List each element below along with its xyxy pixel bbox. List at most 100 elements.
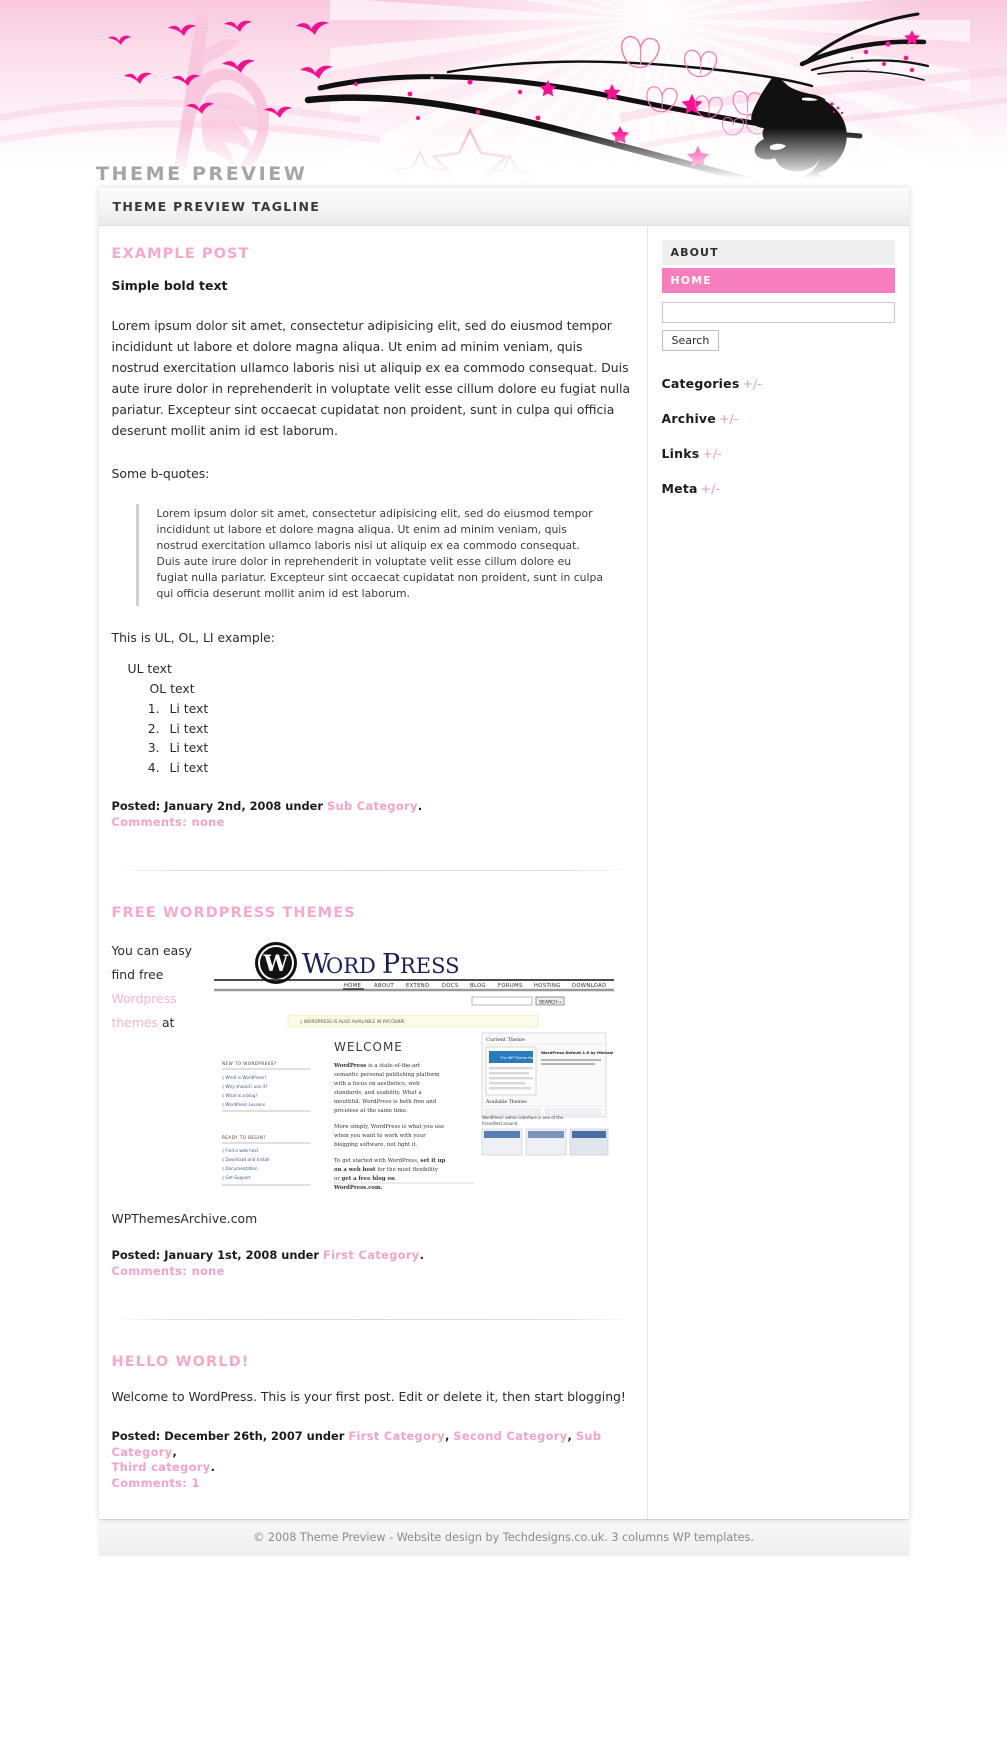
post-meta-suffix: . bbox=[417, 799, 423, 813]
post-free-wordpress-themes: FREE WORDPRESS THEMES You can easy find … bbox=[112, 905, 633, 1279]
sidebar-item-label: Meta bbox=[661, 481, 698, 496]
li-item: Li text bbox=[164, 699, 633, 719]
post-meta-prefix: Posted: January 1st, 2008 under bbox=[111, 1248, 323, 1262]
page-root: THEME PREVIEW THEME PREVIEW TAGLINE EXAM… bbox=[0, 0, 1007, 1757]
svg-text:To get started with WordPress,: To get started with WordPress, set it up bbox=[334, 1158, 446, 1164]
post-meta-prefix: Posted: December 26th, 2007 under bbox=[111, 1429, 349, 1443]
search-button[interactable]: Search bbox=[661, 330, 720, 351]
header-banner: THEME PREVIEW bbox=[0, 0, 1007, 190]
svg-text:or get a free blog on: or get a free blog on bbox=[334, 1176, 395, 1182]
main-content: EXAMPLE POST Simple bold text Lorem ipsu… bbox=[98, 226, 647, 1519]
ul-item-label: UL text bbox=[127, 661, 172, 676]
comments-link[interactable]: Comments: 1 bbox=[112, 1476, 633, 1492]
comments-link[interactable]: Comments: none bbox=[112, 1264, 633, 1280]
wordpress-screenshot-image: W W ORD P RESS HOME ABOUT EXTEND DOCS BL… bbox=[213, 937, 614, 1189]
svg-text:◊ Get Support: ◊ Get Support bbox=[222, 1175, 251, 1180]
svg-text:READY TO BEGIN?: READY TO BEGIN? bbox=[222, 1135, 266, 1140]
svg-text:standards, and usability. What: standards, and usability. What a bbox=[334, 1090, 422, 1096]
sidebar-item-categories[interactable]: Categories +/- bbox=[662, 373, 895, 392]
svg-text:WELCOME: WELCOME bbox=[334, 1040, 403, 1054]
ol-demo-list: Li text Li text Li text Li text bbox=[150, 699, 633, 777]
svg-text:Available Themes: Available Themes bbox=[485, 1099, 528, 1105]
meta-comma: , bbox=[567, 1429, 576, 1443]
svg-text:WordPress Default 1.6 by Micha: WordPress Default 1.6 by Michael bbox=[541, 1050, 613, 1055]
footer-text: © 2008 Theme Preview - Website design by… bbox=[253, 1531, 754, 1544]
post-title[interactable]: FREE WORDPRESS THEMES bbox=[112, 905, 633, 921]
columns: EXAMPLE POST Simple bold text Lorem ipsu… bbox=[98, 226, 909, 1519]
category-link[interactable]: Sub Category bbox=[327, 799, 418, 813]
svg-text:P: P bbox=[382, 949, 400, 980]
toggle-icon[interactable]: +/- bbox=[742, 376, 761, 391]
svg-text:semantic personal publishing p: semantic personal publishing platform bbox=[334, 1072, 440, 1078]
sidebar-item-archive[interactable]: Archive +/- bbox=[662, 408, 895, 427]
site-title: THEME PREVIEW bbox=[96, 163, 308, 185]
svg-text:mouthful. WordPress is both fr: mouthful. WordPress is both free and bbox=[334, 1099, 437, 1105]
svg-text:W: W bbox=[262, 951, 288, 977]
category-link[interactable]: First Category bbox=[348, 1429, 445, 1443]
themes-text-line1: You can easy bbox=[111, 943, 193, 958]
tagline-bar: THEME PREVIEW TAGLINE bbox=[98, 188, 909, 226]
ol-item-label: OL text bbox=[149, 681, 195, 696]
svg-text:◊ WORDPRESS IS ALSO AVAILABLE: ◊ WORDPRESS IS ALSO AVAILABLE IN РУССКИЙ… bbox=[300, 1018, 405, 1025]
post-title[interactable]: HELLO WORLD! bbox=[112, 1354, 633, 1370]
sidebar-item-links[interactable]: Links +/- bbox=[662, 443, 895, 462]
svg-text:priceless at the same time.: priceless at the same time. bbox=[334, 1108, 408, 1114]
post-paragraph: Welcome to WordPress. This is your first… bbox=[111, 1389, 626, 1404]
ul-item: UL text OL text Li text Li text Li text … bbox=[128, 659, 633, 777]
svg-text:ORD: ORD bbox=[326, 954, 376, 978]
svg-text:BLOG: BLOG bbox=[470, 983, 486, 989]
svg-text:◊ What is WordPress?: ◊ What is WordPress? bbox=[222, 1075, 266, 1080]
svg-text:Current Theme: Current Theme bbox=[486, 1037, 525, 1043]
svg-text:when you want to work with you: when you want to work with your bbox=[334, 1133, 426, 1139]
post-meta-prefix: Posted: January 2nd, 2008 under bbox=[111, 799, 327, 813]
svg-text:HOME: HOME bbox=[344, 983, 361, 989]
post-meta: Posted: January 2nd, 2008 under Sub Cate… bbox=[112, 799, 633, 830]
svg-text:DOWNLOAD: DOWNLOAD bbox=[572, 983, 607, 989]
svg-text:WordPress is a state-of-the-ar: WordPress is a state-of-the-art bbox=[333, 1063, 421, 1069]
svg-text:NEW TO WORDPRESS?: NEW TO WORDPRESS? bbox=[222, 1061, 276, 1066]
sidebar-item-meta[interactable]: Meta +/- bbox=[662, 478, 895, 497]
svg-text:friendliest around.: friendliest around. bbox=[482, 1121, 519, 1126]
li-item: Li text bbox=[164, 738, 633, 758]
svg-text:RESS: RESS bbox=[400, 954, 460, 978]
meta-comma: , bbox=[172, 1444, 177, 1459]
svg-text:◊ Download and Install: ◊ Download and Install bbox=[222, 1157, 269, 1162]
search-input[interactable] bbox=[661, 302, 895, 323]
list-intro: This is UL, OL, LI example: bbox=[111, 630, 275, 645]
svg-text:WordPress' admin interface is: WordPress' admin interface is one of the bbox=[482, 1115, 564, 1120]
sidebar-item-home[interactable]: HOME bbox=[661, 268, 895, 293]
post-divider bbox=[111, 1319, 633, 1320]
category-link[interactable]: First Category bbox=[323, 1248, 420, 1262]
category-link[interactable]: Third category bbox=[112, 1460, 211, 1474]
svg-text:◊ WordPress Lessons: ◊ WordPress Lessons bbox=[222, 1102, 265, 1107]
post-hello-world: HELLO WORLD! Welcome to WordPress. This … bbox=[112, 1354, 633, 1491]
svg-text:SEARCH »: SEARCH » bbox=[539, 1000, 562, 1006]
post-blockquote: Lorem ipsum dolor sit amet, consectetur … bbox=[135, 504, 606, 606]
themes-text: You can easy find free Wordpress themes … bbox=[112, 937, 204, 1035]
page-bottom-spacer bbox=[0, 1556, 1007, 1620]
site-wrapper: THEME PREVIEW TAGLINE EXAMPLE POST Simpl… bbox=[98, 188, 909, 1519]
svg-text:WordPress.com.: WordPress.com. bbox=[333, 1185, 383, 1189]
sidebar-item-label: Links bbox=[661, 446, 700, 461]
toggle-icon[interactable]: +/- bbox=[702, 446, 721, 461]
svg-text:FORUMS: FORUMS bbox=[498, 983, 523, 989]
category-link[interactable]: Second Category bbox=[453, 1429, 567, 1443]
blockquote-intro: Some b-quotes: bbox=[111, 466, 210, 481]
svg-text:HOSTING: HOSTING bbox=[534, 983, 561, 989]
themes-text-line2: find free bbox=[111, 967, 164, 982]
svg-text:◊ Find a web host: ◊ Find a web host bbox=[222, 1148, 259, 1153]
post-meta: Posted: January 1st, 2008 under First Ca… bbox=[112, 1248, 633, 1279]
post-title[interactable]: EXAMPLE POST bbox=[112, 246, 633, 262]
wpthemesarchive-caption: WPThemesArchive.com bbox=[111, 1211, 258, 1226]
toggle-icon[interactable]: +/- bbox=[701, 481, 720, 496]
post-example: EXAMPLE POST Simple bold text Lorem ipsu… bbox=[112, 246, 633, 830]
post-meta-suffix: . bbox=[210, 1460, 215, 1474]
svg-text:on a web host for the most fle: on a web host for the most flexibility bbox=[334, 1167, 439, 1173]
themes-text-line3: at bbox=[161, 1015, 175, 1030]
post-paragraph: Lorem ipsum dolor sit amet, consectetur … bbox=[111, 318, 631, 438]
post-subtitle: Simple bold text bbox=[111, 278, 228, 293]
toggle-icon[interactable]: +/- bbox=[719, 411, 738, 426]
comments-link[interactable]: Comments: none bbox=[112, 815, 633, 831]
svg-text:The WP Theme Name: The WP Theme Name bbox=[499, 1056, 540, 1060]
sidebar-item-label: Categories bbox=[661, 376, 740, 391]
